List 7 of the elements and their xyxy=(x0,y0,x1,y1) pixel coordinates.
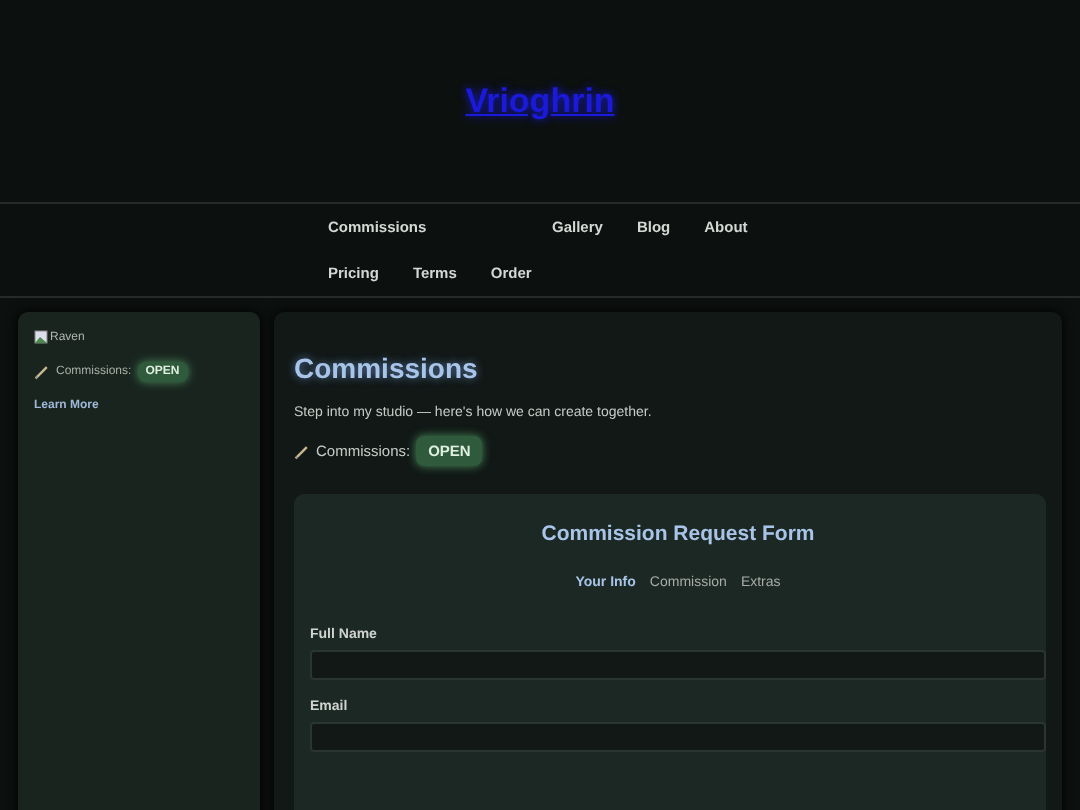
input-field[interactable] xyxy=(310,650,1046,680)
input-field[interactable] xyxy=(310,722,1046,752)
broken-image-icon xyxy=(34,330,48,344)
pencil-icon xyxy=(294,443,310,459)
form-title: Commission Request Form xyxy=(539,522,817,546)
page-heading: Commissions xyxy=(294,352,480,384)
pencil-icon xyxy=(34,364,50,380)
